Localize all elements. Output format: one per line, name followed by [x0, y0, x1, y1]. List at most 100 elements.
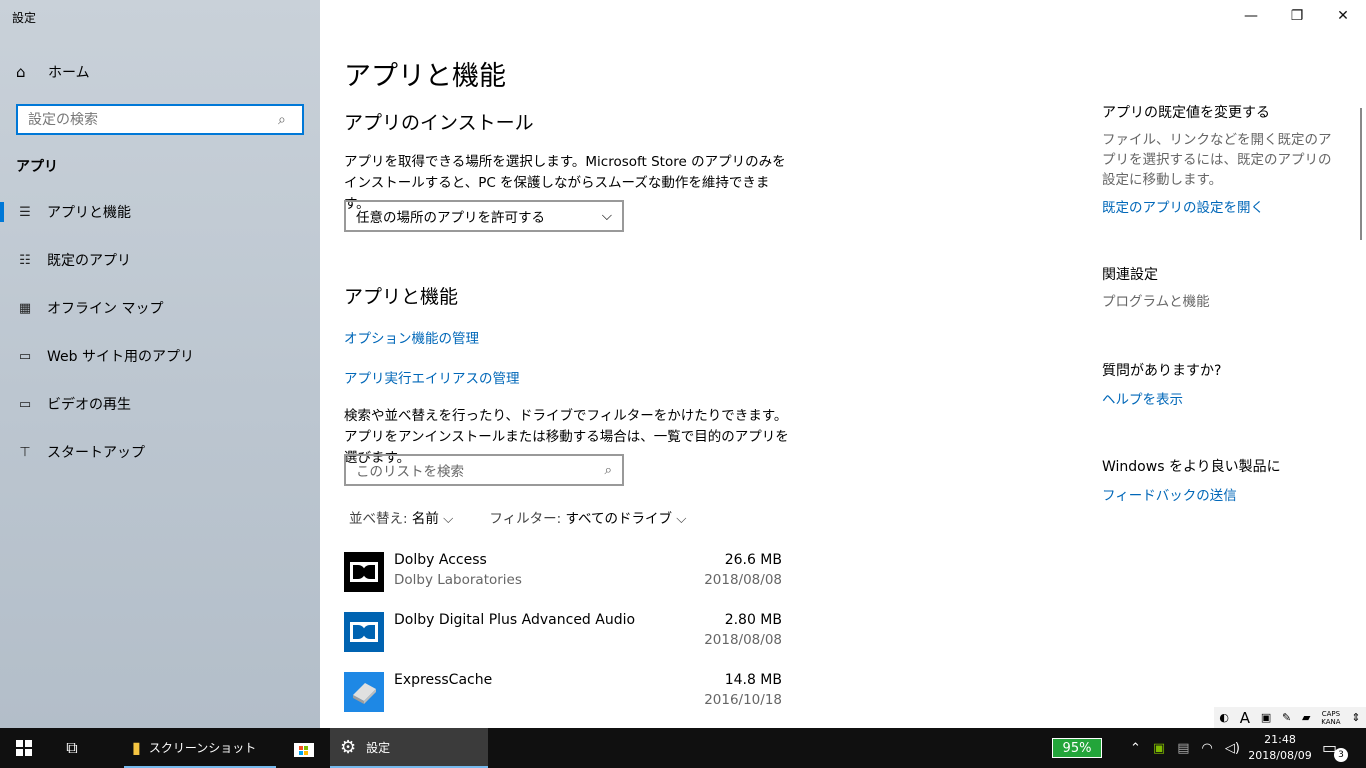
scrollbar[interactable]	[1360, 108, 1362, 240]
home-nav-item[interactable]: ⌂ ホーム	[16, 62, 90, 82]
ime-toolbar: ◐ A ▣ ✎ ▰ CAPS KANA ⇕	[1214, 707, 1366, 728]
question-heading: 質問がありますか?	[1102, 363, 1222, 379]
startup-icon: ⊤	[19, 444, 31, 460]
home-icon: ⌂	[16, 63, 26, 81]
video-playback-icon: ▭	[18, 396, 32, 412]
task-view-button[interactable]: ⧉	[48, 728, 96, 768]
taskbar-settings[interactable]: ⚙ 設定	[330, 728, 488, 768]
defaults-heading: アプリの既定値を変更する	[1102, 105, 1270, 121]
website-apps-icon: ▭	[18, 348, 32, 364]
sort-dropdown[interactable]: 並べ替え: 名前 ⌵	[349, 507, 453, 527]
settings-search-box[interactable]: ⌕	[16, 104, 304, 135]
search-icon: ⌕	[604, 462, 612, 478]
sidebar-item-video-playback[interactable]: ▭ ビデオの再生	[0, 380, 320, 428]
chevron-up-icon[interactable]: ⌃	[1130, 741, 1141, 756]
minimize-button[interactable]: —	[1228, 0, 1274, 32]
close-button[interactable]: ✕	[1320, 0, 1366, 32]
related-settings-heading: 関連設定	[1102, 267, 1158, 283]
chevron-down-icon: ⌵	[676, 511, 687, 527]
taskbar-explorer[interactable]: ▮ スクリーンショット	[124, 728, 276, 768]
ime-icon[interactable]: ▤	[1177, 741, 1189, 756]
clock-time: 21:48	[1264, 733, 1296, 746]
app-alias-link[interactable]: アプリ実行エイリアスの管理	[344, 367, 520, 387]
sidebar-item-label: アプリと機能	[47, 205, 131, 221]
app-list-item[interactable]: Dolby Access Dolby Laboratories 26.6 MB …	[344, 552, 784, 612]
explorer-label: スクリーンショット	[148, 740, 257, 755]
cd-icon[interactable]: ▣	[1153, 741, 1165, 756]
home-label: ホーム	[48, 65, 90, 81]
optional-features-link[interactable]: オプション機能の管理	[344, 327, 479, 347]
system-tray: ⌃ ▣ ▤ ◠ ◁)	[1124, 728, 1246, 768]
filter-label: フィルター:	[489, 511, 562, 527]
install-source-value: 任意の場所のアプリを許可する	[356, 210, 545, 226]
app-date: 2018/08/08	[704, 632, 782, 648]
app-date: 2016/10/18	[704, 692, 782, 708]
taskbar-store[interactable]	[282, 728, 326, 768]
app-size: 2.80 MB	[724, 612, 782, 628]
notification-badge: 3	[1334, 748, 1348, 762]
app-list-item[interactable]: Dolby Digital Plus Advanced Audio 2.80 M…	[344, 612, 784, 672]
tool-icon[interactable]: ✎	[1282, 711, 1291, 724]
app-name: Dolby Digital Plus Advanced Audio	[394, 612, 636, 628]
app-date: 2018/08/08	[704, 572, 782, 588]
install-source-dropdown[interactable]: 任意の場所のアプリを許可する ⌵	[344, 200, 624, 232]
dolby-access-icon	[344, 552, 384, 592]
wifi-icon[interactable]: ◠	[1202, 741, 1213, 756]
dictionary-icon[interactable]: ▣	[1261, 711, 1271, 724]
start-button[interactable]	[0, 728, 48, 768]
app-list-search[interactable]: このリストを検索 ⌕	[344, 454, 624, 486]
clock[interactable]: 21:48 2018/08/09	[1248, 732, 1312, 764]
gear-icon: ⚙	[340, 736, 357, 758]
sidebar-item-label: オフライン マップ	[47, 301, 164, 317]
default-apps-settings-link[interactable]: 既定のアプリの設定を開く	[1102, 196, 1264, 216]
chevron-down-icon: ⌵	[443, 511, 454, 527]
app-name: ExpressCache	[394, 672, 493, 688]
defaults-text: ファイル、リンクなどを開く既定のアプリを選択するには、既定のアプリの設定に移動し…	[1102, 132, 1332, 188]
app-list-search-input[interactable]: このリストを検索	[356, 460, 464, 480]
sidebar-item-label: 既定のアプリ	[47, 253, 131, 269]
features-heading: アプリと機能	[344, 286, 459, 308]
sidebar-item-offline-maps[interactable]: ▦ オフライン マップ	[0, 284, 320, 332]
filter-dropdown[interactable]: フィルター: すべてのドライブ ⌵	[489, 507, 686, 527]
maximize-button[interactable]: ❐	[1274, 0, 1320, 32]
default-apps-icon: ☷	[19, 252, 31, 268]
app-size: 14.8 MB	[724, 672, 782, 688]
offline-maps-icon: ▦	[18, 300, 32, 316]
window-title: 設定	[12, 11, 37, 25]
sidebar-section-title: アプリ	[16, 159, 58, 175]
programs-features-link[interactable]: プログラムと機能	[1102, 292, 1342, 312]
volume-icon[interactable]: ◁)	[1225, 741, 1240, 756]
sidebar-nav: ☰ アプリと機能 ☷ 既定のアプリ ▦ オフライン マップ ▭ Web サイト用…	[0, 188, 320, 476]
store-icon	[294, 743, 314, 757]
box-icon[interactable]: ▰	[1302, 711, 1310, 724]
search-icon[interactable]: ⌕	[278, 112, 302, 128]
feedback-heading: Windows をより良い製品に	[1102, 459, 1281, 475]
help-link[interactable]: ヘルプを表示	[1102, 388, 1183, 408]
app-name: Dolby Access	[394, 552, 487, 568]
app-list-item[interactable]: ExpressCache 14.8 MB 2016/10/18	[344, 672, 784, 732]
dolby-digital-icon	[344, 612, 384, 652]
sidebar-item-website-apps[interactable]: ▭ Web サイト用のアプリ	[0, 332, 320, 380]
caps-label: CAPS	[1321, 709, 1341, 718]
filter-value: すべてのドライブ	[565, 511, 672, 527]
sidebar-item-default-apps[interactable]: ☷ 既定のアプリ	[0, 236, 320, 284]
settings-search-input[interactable]	[18, 111, 278, 128]
sort-value: 名前	[411, 511, 439, 527]
sidebar-item-label: ビデオの再生	[47, 397, 131, 413]
sidebar-item-label: Web サイト用のアプリ	[47, 349, 194, 365]
sidebar-item-startup[interactable]: ⊤ スタートアップ	[0, 428, 320, 476]
contrast-icon[interactable]: ◐	[1219, 711, 1229, 724]
kana-label: KANA	[1321, 717, 1341, 726]
font-icon[interactable]: A	[1240, 709, 1250, 727]
feedback-link[interactable]: フィードバックの送信	[1102, 484, 1237, 504]
windows-icon	[16, 740, 32, 756]
sort-filter-bar: 並べ替え: 名前 ⌵ フィルター: すべてのドライブ ⌵	[349, 507, 723, 527]
sidebar: 設定 ⌂ ホーム ⌕ アプリ ☰ アプリと機能 ☷ 既定のアプリ ▦ オフライン…	[0, 0, 320, 728]
sidebar-item-apps-features[interactable]: ☰ アプリと機能	[0, 188, 320, 236]
app-publisher: Dolby Laboratories	[394, 572, 522, 588]
app-size: 26.6 MB	[724, 552, 782, 568]
arrow-updown-icon[interactable]: ⇕	[1351, 711, 1360, 724]
sort-label: 並べ替え:	[349, 511, 408, 527]
battery-indicator[interactable]: 95%	[1052, 738, 1102, 758]
chevron-down-icon: ⌵	[601, 208, 612, 224]
